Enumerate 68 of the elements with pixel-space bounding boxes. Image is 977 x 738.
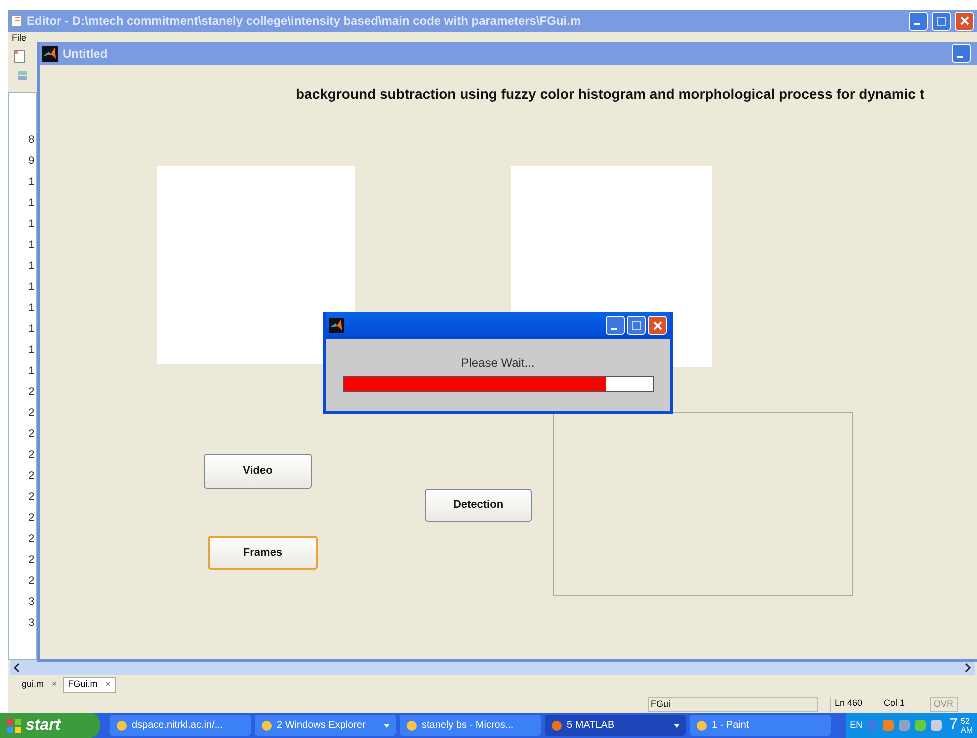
line-number: 2 bbox=[28, 554, 36, 569]
line-number: 2 bbox=[28, 470, 36, 485]
clock-period: AM bbox=[961, 726, 973, 734]
function-name-field: FGui bbox=[648, 696, 818, 712]
line-number: 3 bbox=[28, 596, 36, 611]
line-number: 2 bbox=[28, 386, 36, 401]
overwrite-indicator: OVR bbox=[930, 696, 958, 712]
line-number: 1 bbox=[28, 176, 36, 191]
line-number: 9 bbox=[28, 155, 36, 170]
window-title: Editor - D:\mtech commitment\stanely college\intensity based\main code with parameters\FGui.m bbox=[27, 13, 582, 30]
push-button[interactable]: Video bbox=[204, 454, 312, 489]
line-number: 1 bbox=[28, 302, 36, 317]
line-number: 1 bbox=[28, 239, 36, 254]
push-button[interactable]: Frames bbox=[208, 536, 318, 570]
minimize-button[interactable] bbox=[952, 44, 971, 63]
line-number: 3 bbox=[28, 617, 36, 632]
taskbar-button[interactable]: dspace.nitrkl.ac.in/... bbox=[110, 715, 251, 736]
file-tab[interactable]: gui.m × bbox=[18, 676, 62, 692]
figure-heading: background subtraction using fuzzy color histogram and morphological process for dynamic t bbox=[296, 85, 925, 104]
line-number: 2 bbox=[28, 491, 36, 506]
language-indicator[interactable]: EN bbox=[850, 718, 863, 732]
line-number: 2 bbox=[28, 533, 36, 548]
line-number: 2 bbox=[28, 449, 36, 464]
close-button[interactable] bbox=[648, 316, 667, 335]
close-button[interactable] bbox=[955, 12, 974, 30]
taskbar-button[interactable]: 5 MATLAB bbox=[545, 715, 686, 736]
line-number: 1 bbox=[28, 281, 36, 296]
tab-close-icon[interactable]: × bbox=[52, 678, 58, 692]
new-file-icon[interactable] bbox=[14, 50, 26, 64]
document-icon bbox=[11, 14, 23, 28]
app-icon bbox=[406, 720, 418, 732]
maximize-button[interactable] bbox=[627, 316, 646, 335]
taskbar-button[interactable]: stanely bs - Micros... bbox=[400, 715, 541, 736]
clock-minute: 52 bbox=[961, 716, 971, 726]
menu-item[interactable]: File bbox=[12, 32, 27, 46]
line-number: 1 bbox=[28, 260, 36, 275]
window-title: Untitled bbox=[63, 46, 109, 62]
line-indicator: Ln 460 bbox=[830, 696, 880, 712]
line-number: 2 bbox=[28, 428, 36, 443]
line-number: 8 bbox=[28, 134, 36, 149]
clock-hour: 7 bbox=[950, 715, 958, 736]
line-number: 2 bbox=[28, 575, 36, 590]
taskbar-button[interactable]: 1 - Paint bbox=[690, 715, 831, 736]
line-number: 2 bbox=[28, 512, 36, 527]
line-number: 1 bbox=[28, 323, 36, 338]
column-indicator: Col 1 bbox=[883, 696, 906, 710]
minimize-button[interactable] bbox=[606, 316, 625, 335]
taskbar-button[interactable]: 2 Windows Explorer bbox=[255, 715, 396, 736]
app-icon bbox=[261, 720, 273, 732]
windows-logo-icon bbox=[6, 718, 22, 734]
minimize-button[interactable] bbox=[909, 12, 928, 30]
tab-close-icon[interactable]: × bbox=[106, 678, 112, 692]
line-number: 1 bbox=[28, 197, 36, 212]
wait-message: Please Wait... bbox=[461, 355, 535, 372]
line-number: 1 bbox=[28, 365, 36, 380]
file-tab[interactable]: FGui.m × bbox=[63, 676, 116, 692]
start-button[interactable]: start bbox=[0, 713, 100, 738]
line-number: 1 bbox=[28, 344, 36, 359]
restore-button[interactable] bbox=[932, 12, 951, 30]
line-number: 1 bbox=[28, 218, 36, 233]
app-icon bbox=[551, 720, 563, 732]
line-number: 2 bbox=[28, 407, 36, 422]
push-button[interactable]: Detection bbox=[425, 489, 532, 522]
scroll-left-icon[interactable] bbox=[12, 662, 22, 672]
tray-icon[interactable] bbox=[930, 719, 943, 732]
app-icon bbox=[116, 720, 128, 732]
scroll-right-icon[interactable] bbox=[963, 662, 973, 672]
app-icon bbox=[696, 720, 708, 732]
